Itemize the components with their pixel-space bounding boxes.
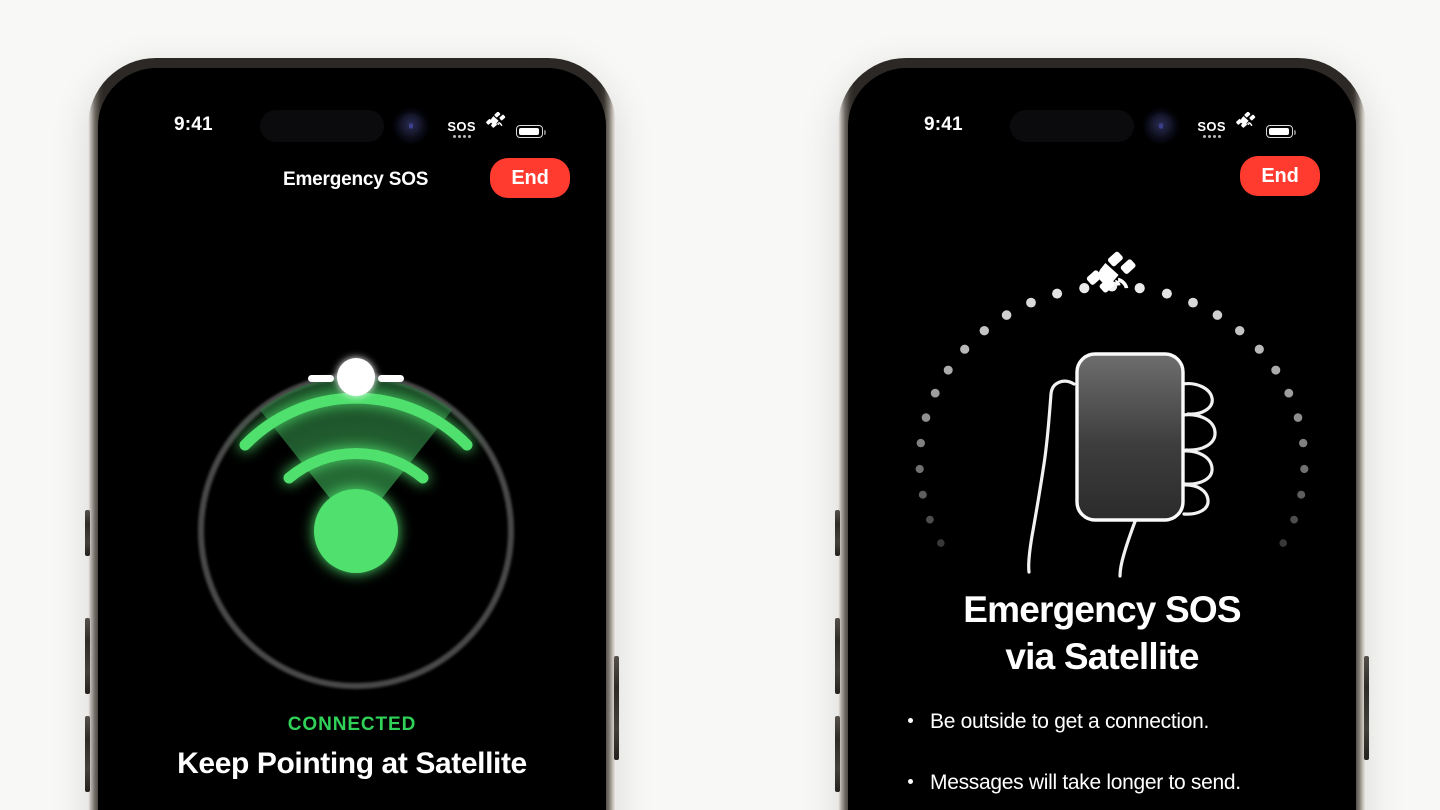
radar-device-marker [314,489,398,573]
bullet-dot-icon [908,779,913,785]
status-time-right: 9:41 [924,114,963,135]
tips-list-right: Be outside to get a connection. Messages… [908,708,1330,810]
satellite-icon-left [485,111,507,137]
page-title-line2: via Satellite [1005,636,1199,678]
volume-up-button-right[interactable] [835,618,840,694]
radar-tick-left [308,375,334,382]
action-button-right[interactable] [835,510,840,556]
sos-dots-left [452,135,471,138]
page-title-line1: Emergency SOS [963,589,1241,630]
page-title-left: Emergency SOS [283,169,429,190]
satellite-illustration-right [896,206,1328,578]
instruction-headline-left: Keep Pointing at Satellite [177,747,527,780]
connection-status-left: CONNECTED [287,714,417,735]
phone-left: 9:41 SOS Emergency SOS End CONNECTED Kee… [85,58,619,810]
status-time-left: 9:41 [174,114,213,135]
radar-satellite-marker [337,358,375,396]
sos-label-right: SOS [1197,119,1226,134]
satellite-radar-left [186,293,526,689]
phone-left-screen: 9:41 SOS Emergency SOS End CONNECTED Kee… [98,68,606,810]
end-button-left[interactable]: End [490,158,570,198]
power-button-left[interactable] [614,656,619,760]
radar-tick-right [378,375,404,382]
status-icons-left: SOS [447,111,546,138]
volume-up-button-left[interactable] [85,618,90,694]
dynamic-island-left [260,110,384,142]
front-camera-left [398,113,424,139]
sos-status-icon-left: SOS [447,120,476,138]
page-title-right: Emergency SOS via Satellite [848,586,1356,681]
sos-dots-right [1202,135,1221,138]
satellite-icon-right [1235,111,1257,137]
held-phone-graphic [1075,352,1185,522]
phone-right-body: 9:41 SOS End Emergency SOS via Satellite… [848,68,1356,810]
phone-right-screen: 9:41 SOS End Emergency SOS via Satellite… [848,68,1356,810]
phone-left-body: 9:41 SOS Emergency SOS End CONNECTED Kee… [98,68,606,810]
battery-icon-right [1266,125,1296,138]
power-button-right[interactable] [1364,656,1369,760]
end-button-right[interactable]: End [1240,156,1320,196]
list-item-label: Messages will take longer to send. [930,771,1241,795]
satellite-icon-illustration [1086,251,1136,293]
status-icons-right: SOS [1197,111,1296,138]
battery-icon-left [516,125,546,138]
phone-right: 9:41 SOS End Emergency SOS via Satellite… [835,58,1369,810]
volume-down-button-left[interactable] [85,716,90,792]
front-camera-right [1148,113,1174,139]
sos-status-icon-right: SOS [1197,120,1226,138]
bullet-dot-icon [908,718,913,723]
list-item: Be outside to get a connection. [908,708,1330,735]
sos-label-left: SOS [447,119,476,134]
list-item: Messages will take longer to send. [908,769,1330,796]
dynamic-island-right [1010,110,1134,142]
list-item-label: Be outside to get a connection. [930,710,1210,733]
volume-down-button-right[interactable] [835,716,840,792]
action-button-left[interactable] [85,510,90,556]
